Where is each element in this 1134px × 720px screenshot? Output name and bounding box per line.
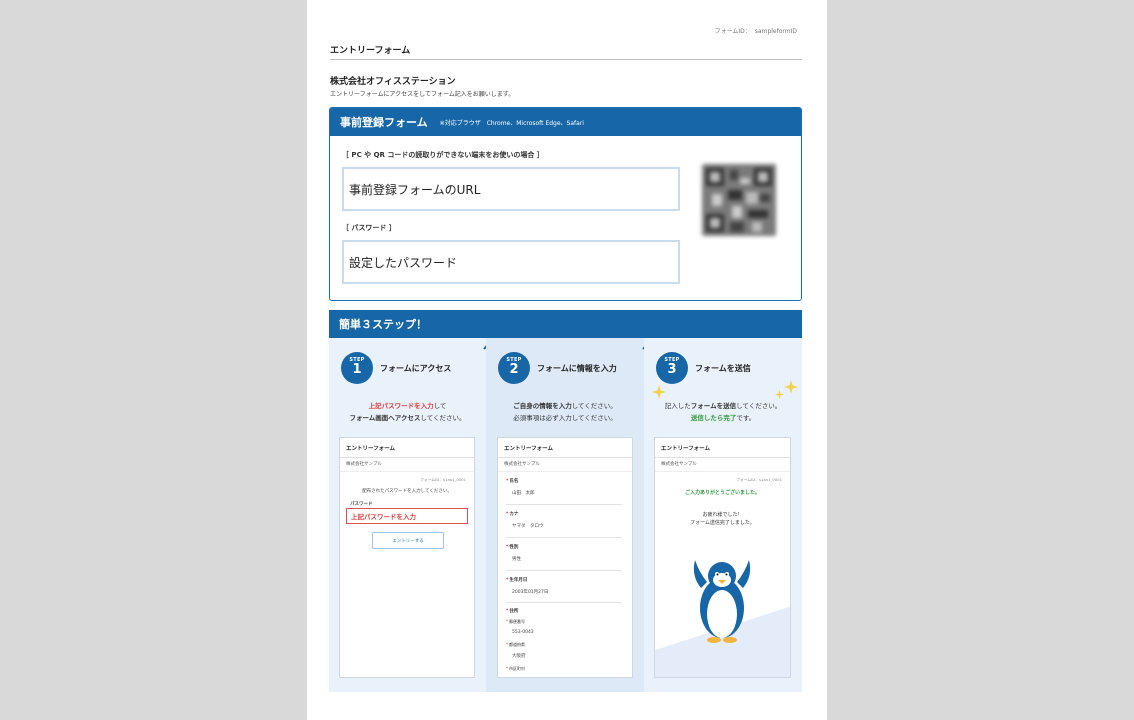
registration-title: 事前登録フォーム bbox=[340, 116, 428, 129]
step-1-mockup: エントリーフォーム 株式会社サンプル フォームID：s1ax1_0001 配布さ… bbox=[339, 437, 475, 678]
done-line: お疲れ様でした！ bbox=[702, 512, 743, 518]
supported-browsers: ※対応ブラウザ Chrome、Microsoft Edge、Safari bbox=[439, 119, 584, 127]
mock-field-label: カナ bbox=[506, 511, 518, 517]
company-name: 株式会社オフィスステーション bbox=[330, 77, 456, 87]
step-number: 3 bbox=[667, 362, 677, 377]
mock-form-id: フォームID：s1ax1_0001 bbox=[736, 477, 782, 482]
desc-bold: フォームを送信 bbox=[690, 402, 737, 410]
step-2-mockup: エントリーフォーム 株式会社サンプル 氏名 山田 太郎 カナ ヤマダ タロウ 性… bbox=[497, 437, 633, 678]
mock-form-id: フォームID：s1ax1_0001 bbox=[420, 477, 466, 482]
mock-company: 株式会社サンプル bbox=[661, 462, 697, 467]
mock-field-value: 大阪府 bbox=[512, 654, 526, 659]
mock-password-input[interactable]: 上記パスワードを入力 bbox=[346, 508, 468, 524]
mock-password-label: パスワード bbox=[350, 502, 373, 507]
intro-text: エントリーフォームにアクセスをしてフォーム記入をお願いします。 bbox=[330, 91, 515, 98]
step-3-description: 記入したフォームを送信してください。 送信したら完了です。 bbox=[644, 400, 802, 424]
mock-entry-button[interactable]: エントリーする bbox=[372, 532, 444, 549]
step-3-badge: STEP 3 bbox=[656, 352, 688, 384]
steps-title: 簡単３ステップ！ bbox=[329, 310, 802, 338]
mock-divider bbox=[498, 457, 632, 458]
mock-field-label: 住所 bbox=[506, 608, 518, 614]
title-divider bbox=[330, 59, 802, 60]
page-title: エントリーフォーム bbox=[330, 46, 411, 56]
mock-field-label: 性別 bbox=[506, 544, 518, 550]
step-3-title: フォームを送信 bbox=[695, 364, 751, 373]
steps-section: 簡単３ステップ！ STEP 1 フォームにアクセス 上記パスワードを入力して フ… bbox=[329, 310, 802, 692]
mock-thanks-message: ご入力ありがとうございました。 bbox=[684, 490, 760, 496]
mock-field-divider bbox=[506, 537, 622, 538]
mock-title: エントリーフォーム bbox=[661, 446, 711, 452]
form-id-label: フォームID： bbox=[714, 28, 751, 35]
done-line: フォーム送信完了しました。 bbox=[690, 520, 755, 526]
desc-highlight: 送信したら完了 bbox=[690, 414, 737, 422]
step-number: 1 bbox=[352, 362, 362, 377]
mock-field-label: 生年月日 bbox=[506, 577, 527, 583]
mock-done-message: お疲れ様でした！ フォーム送信完了しました。 bbox=[655, 511, 790, 527]
mock-field-label: 郵便番号 bbox=[506, 619, 525, 625]
mock-instruction: 配布されたパスワードを入力してください。 bbox=[362, 489, 452, 494]
document-page: フォームID： sampleformID エントリーフォーム 株式会社オフィスステ… bbox=[307, 0, 827, 720]
url-label: ［ PC や QR コードの読取りができない端末をお使いの場合 ］ bbox=[342, 151, 544, 159]
sparkle-icon bbox=[784, 380, 798, 394]
step-3-column: STEP 3 フォームを送信 記入したフォームを送信してください。 送信したら完… bbox=[644, 338, 802, 692]
desc-bold: フォーム画面へアクセス bbox=[349, 414, 421, 422]
mock-field-label: 市区町村 bbox=[506, 666, 525, 672]
desc-text: 必須事項は必ず入力してください。 bbox=[513, 414, 617, 422]
sparkle-icon bbox=[775, 390, 784, 399]
desc-text: です。 bbox=[736, 414, 756, 422]
url-field[interactable]: 事前登録フォームのURL bbox=[342, 167, 680, 211]
step-2-badge: STEP 2 bbox=[498, 352, 530, 384]
mock-field-divider bbox=[506, 602, 622, 603]
step-1-column: STEP 1 フォームにアクセス 上記パスワードを入力して フォーム画面へアクセ… bbox=[329, 338, 486, 692]
desc-text: して bbox=[433, 402, 447, 410]
qr-code-graphic bbox=[702, 164, 776, 236]
step-1-description: 上記パスワードを入力して フォーム画面へアクセスしてください。 bbox=[329, 400, 486, 424]
mock-field-value: 2003年01月27日 bbox=[512, 590, 549, 595]
registration-header: 事前登録フォーム ※対応ブラウザ Chrome、Microsoft Edge、S… bbox=[330, 108, 801, 136]
mock-divider bbox=[498, 471, 632, 472]
mock-company: 株式会社サンプル bbox=[346, 462, 382, 467]
desc-text: してください。 bbox=[571, 402, 617, 410]
mock-field-divider bbox=[506, 504, 622, 505]
mock-divider bbox=[340, 471, 474, 472]
step-2-title: フォームに情報を入力 bbox=[537, 364, 617, 373]
desc-highlight: 上記パスワードを入力 bbox=[368, 402, 434, 410]
mock-title: エントリーフォーム bbox=[504, 446, 554, 452]
step-3-mockup: エントリーフォーム 株式会社サンプル フォームID：s1ax1_0001 ご入力… bbox=[654, 437, 791, 678]
qr-code-icon[interactable] bbox=[702, 164, 776, 236]
mock-company: 株式会社サンプル bbox=[504, 462, 540, 467]
mock-divider bbox=[340, 457, 474, 458]
step-2-column: STEP 2 フォームに情報を入力 ご自身の情報を入力してください。 必須事項は… bbox=[486, 338, 644, 692]
desc-bold: ご自身の情報を入力 bbox=[513, 402, 572, 410]
mock-field-divider bbox=[506, 570, 622, 571]
step-1-title: フォームにアクセス bbox=[380, 364, 452, 373]
mock-field-value: 男性 bbox=[512, 557, 521, 562]
mock-title: エントリーフォーム bbox=[346, 446, 396, 452]
step-number: 2 bbox=[509, 362, 519, 377]
mock-field-value: ヤマダ タロウ bbox=[512, 524, 544, 529]
mock-field-value: 553-0043 bbox=[512, 630, 534, 635]
mock-field-label: 都道府県 bbox=[506, 642, 525, 648]
desc-text: 記入した bbox=[664, 402, 691, 410]
mock-divider bbox=[655, 471, 790, 472]
penguin-icon bbox=[693, 560, 751, 643]
registration-box: 事前登録フォーム ※対応ブラウザ Chrome、Microsoft Edge、S… bbox=[329, 107, 802, 301]
desc-text: してください。 bbox=[736, 402, 782, 410]
password-label: ［ パスワード ］ bbox=[342, 224, 396, 232]
step-1-badge: STEP 1 bbox=[341, 352, 373, 384]
step-2-description: ご自身の情報を入力してください。 必須事項は必ず入力してください。 bbox=[486, 400, 644, 424]
form-id: フォームID： sampleformID bbox=[715, 26, 797, 35]
password-field[interactable]: 設定したパスワード bbox=[342, 240, 680, 284]
form-id-value: sampleformID bbox=[754, 28, 797, 35]
sparkle-icon bbox=[652, 385, 666, 399]
mock-field-label: 氏名 bbox=[506, 478, 518, 484]
desc-text: してください。 bbox=[420, 414, 466, 422]
mock-field-value: 山田 太郎 bbox=[512, 491, 535, 496]
mock-divider bbox=[655, 457, 790, 458]
